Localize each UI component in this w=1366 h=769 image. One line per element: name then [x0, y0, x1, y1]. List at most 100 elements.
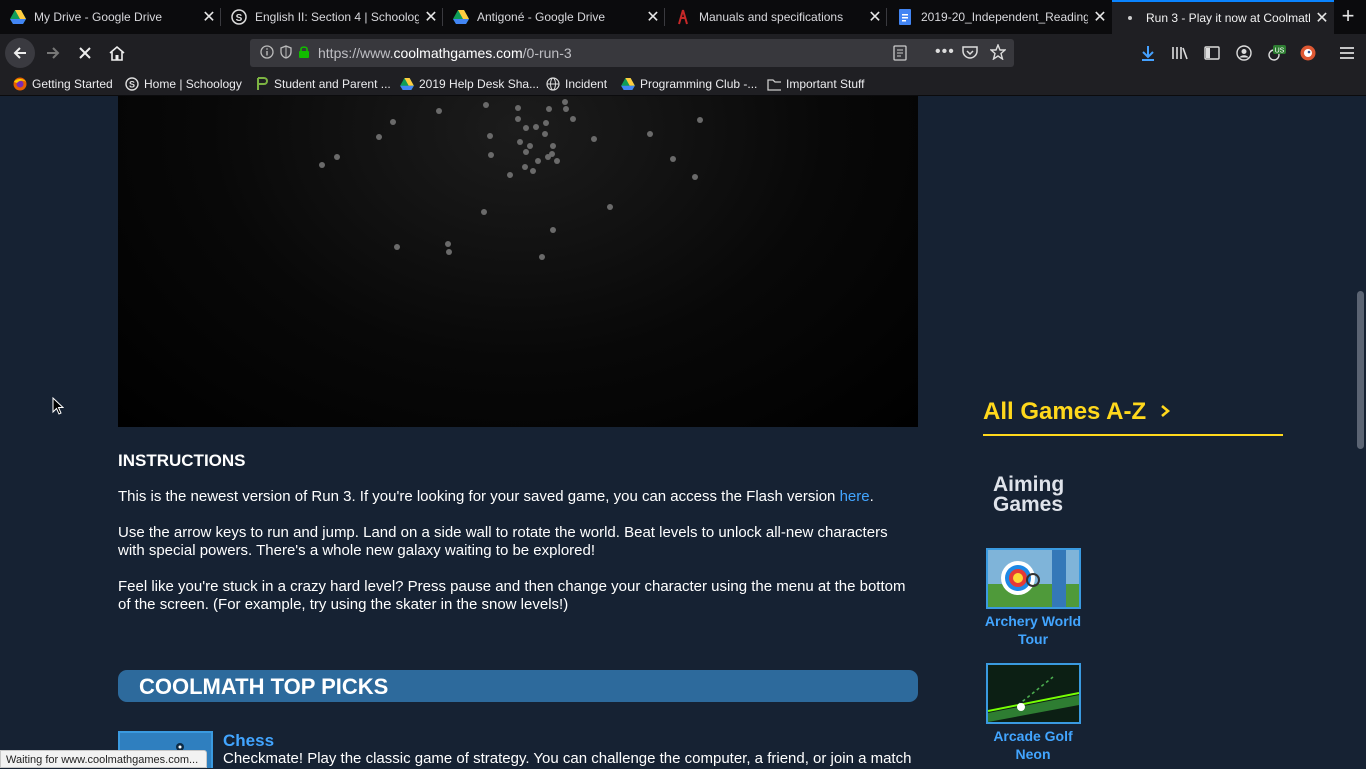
bookmark-programming-club[interactable]: Programming Club -...	[621, 72, 757, 96]
game-particle	[527, 143, 533, 149]
game-particle	[319, 162, 325, 168]
close-tab-icon[interactable]: ✕	[863, 7, 887, 27]
bookmark-home-schoology[interactable]: S Home | Schoology	[125, 72, 242, 96]
navigation-toolbar: https://www.coolmathgames.com/0-run-3 ••…	[0, 34, 1366, 72]
arcade-golf-neon-thumbnail[interactable]	[986, 663, 1081, 724]
game-particle	[523, 149, 529, 155]
sidebar-icon	[1204, 46, 1220, 60]
archery-world-tour-link[interactable]: Archery World Tour	[981, 612, 1085, 648]
page-actions-icon[interactable]: •••	[935, 43, 955, 61]
flash-version-link[interactable]: here	[840, 488, 870, 505]
account-button[interactable]	[1229, 38, 1259, 68]
schoology-icon: S	[231, 9, 247, 25]
game-particle	[390, 119, 396, 125]
tab-my-drive[interactable]: My Drive - Google Drive ✕	[0, 0, 221, 34]
svg-text:S: S	[236, 13, 243, 24]
google-docs-icon	[897, 9, 913, 25]
back-button[interactable]	[5, 38, 35, 68]
all-games-underline	[983, 434, 1283, 436]
run-3-game-canvas[interactable]	[118, 96, 918, 427]
reader-view-icon[interactable]	[893, 45, 907, 64]
archery-world-tour-thumbnail[interactable]	[986, 548, 1081, 609]
game-particle	[607, 204, 613, 210]
instructions-heading: INSTRUCTIONS	[118, 451, 246, 470]
tracking-shield-icon[interactable]	[280, 44, 292, 62]
home-button[interactable]	[102, 38, 132, 68]
arcade-golf-neon-link[interactable]: Arcade Golf Neon	[981, 727, 1085, 763]
game-particle	[542, 131, 548, 137]
page-content: INSTRUCTIONS This is the newest version …	[0, 96, 1355, 768]
game-particle	[550, 227, 556, 233]
game-particle	[692, 174, 698, 180]
close-tab-icon[interactable]: ✕	[641, 7, 665, 27]
game-particle	[517, 139, 523, 145]
pocket-icon[interactable]	[962, 45, 978, 62]
library-button[interactable]	[1165, 38, 1195, 68]
game-particle	[334, 154, 340, 160]
bookmark-incident[interactable]: Incident	[546, 72, 607, 96]
tab-independent-reading[interactable]: 2019-20_Independent_Reading ✕	[887, 0, 1112, 34]
bookmarks-toolbar: Getting Started S Home | Schoology Stude…	[0, 72, 1366, 96]
bookmark-star-icon[interactable]	[989, 43, 1007, 63]
game-particle	[523, 125, 529, 131]
game-particle	[483, 102, 489, 108]
game-particle	[515, 105, 521, 111]
svg-text:S: S	[129, 80, 135, 90]
google-drive-icon	[400, 77, 414, 91]
home-icon	[109, 45, 125, 61]
forward-button[interactable]	[38, 38, 68, 68]
globe-icon	[546, 77, 560, 91]
folder-icon	[767, 77, 781, 91]
game-particle	[670, 156, 676, 162]
address-bar[interactable]: https://www.coolmathgames.com/0-run-3 ••…	[250, 39, 1014, 67]
instructions-paragraph-2: Use the arrow keys to run and jump. Land…	[118, 524, 888, 559]
close-tab-icon[interactable]: ✕	[419, 7, 443, 27]
game-particle	[570, 116, 576, 122]
duckduckgo-extension-button[interactable]	[1293, 38, 1323, 68]
game-particle	[376, 134, 382, 140]
bookmark-student-parent[interactable]: Student and Parent ...	[255, 72, 391, 96]
status-bar: Waiting for www.coolmathgames.com...	[0, 750, 208, 768]
download-arrow-icon	[1142, 46, 1154, 61]
game-particle	[394, 244, 400, 250]
new-tab-button[interactable]: +	[1336, 4, 1360, 28]
bookmark-help-desk[interactable]: 2019 Help Desk Sha...	[400, 72, 539, 96]
lock-icon[interactable]	[298, 45, 310, 62]
tab-english[interactable]: S English II: Section 4 | Schoolog ✕	[221, 0, 443, 34]
instructions-paragraph-1: This is the newest version of Run 3. If …	[118, 488, 874, 505]
all-games-a-z-link[interactable]: All Games A-Z	[983, 398, 1171, 426]
game-particle	[647, 131, 653, 137]
close-tab-icon[interactable]: ✕	[1088, 7, 1112, 27]
sidebar-toggle-button[interactable]	[1197, 38, 1227, 68]
chess-game-title[interactable]: Chess	[223, 731, 274, 751]
google-drive-icon	[453, 9, 469, 25]
close-tab-icon[interactable]: ✕	[197, 7, 221, 27]
extension-icon: US	[1268, 45, 1286, 61]
game-particle	[481, 209, 487, 215]
tab-manuals[interactable]: Manuals and specifications ✕	[665, 0, 887, 34]
game-particle	[545, 154, 551, 160]
schoology-icon: S	[125, 77, 139, 91]
menu-button[interactable]	[1332, 38, 1362, 68]
info-icon[interactable]	[260, 44, 274, 62]
hamburger-menu-icon	[1340, 47, 1354, 59]
game-particle	[487, 133, 493, 139]
extension-button[interactable]: US	[1261, 38, 1291, 68]
tab-run-3[interactable]: Run 3 - Play it now at Coolmath ✕	[1112, 0, 1334, 34]
mouse-cursor-icon	[52, 396, 65, 420]
tab-antigone[interactable]: Antigoné - Google Drive ✕	[443, 0, 665, 34]
close-tab-icon[interactable]: ✕	[1310, 8, 1334, 28]
stop-loading-button[interactable]	[70, 38, 100, 68]
bookmark-folder-important-stuff[interactable]: Important Stuff	[767, 72, 865, 96]
top-picks-header: COOLMATH TOP PICKS	[118, 670, 918, 702]
downloads-button[interactable]	[1133, 38, 1163, 68]
category-heading: Aiming Games	[993, 473, 1065, 516]
game-particle	[446, 249, 452, 255]
page-scrollbar-thumb[interactable]	[1357, 291, 1364, 449]
close-icon	[79, 47, 91, 59]
account-icon	[1236, 45, 1252, 61]
library-icon	[1172, 47, 1188, 60]
game-particle	[539, 254, 545, 260]
bookmark-getting-started[interactable]: Getting Started	[13, 72, 113, 96]
game-particle	[488, 152, 494, 158]
